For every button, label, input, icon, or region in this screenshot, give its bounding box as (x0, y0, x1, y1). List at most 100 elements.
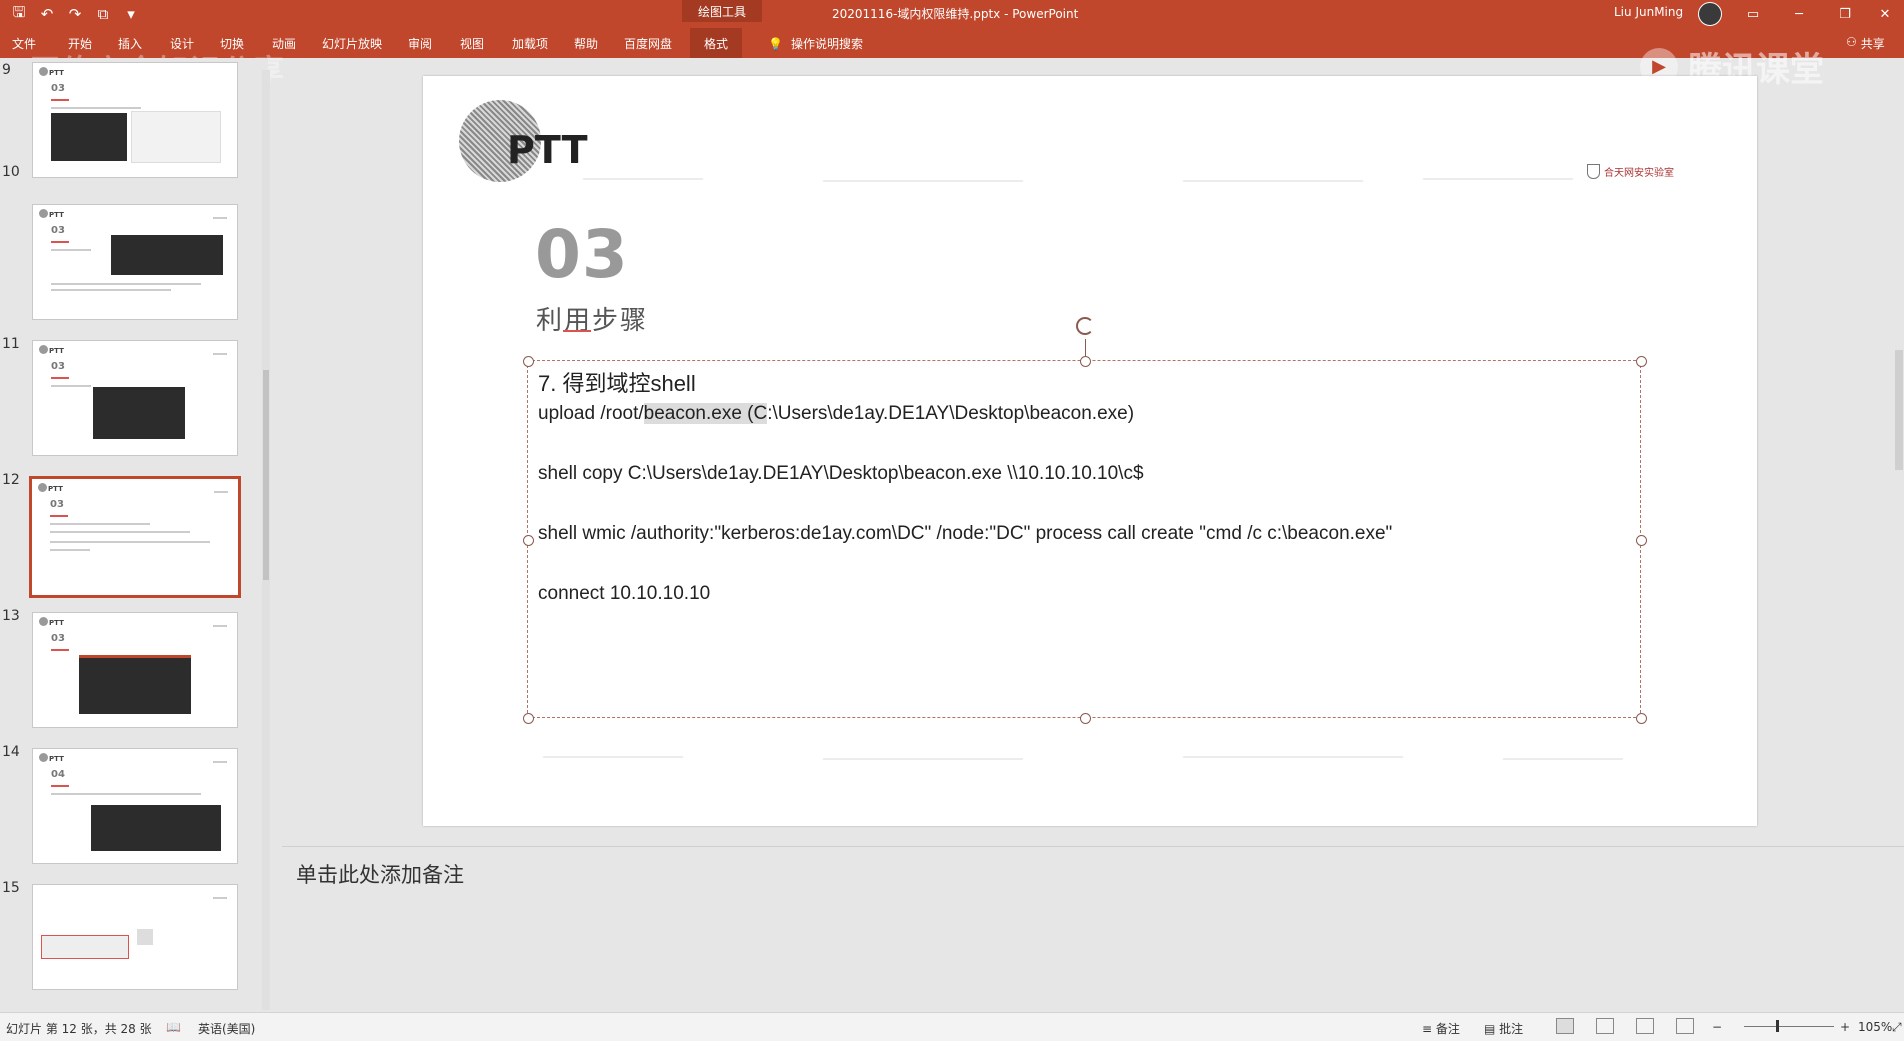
brand-mark (213, 897, 227, 899)
thumbnail-section-number: 03 (51, 225, 65, 236)
ptt-logo-icon: PTT (38, 483, 63, 493)
brand-mark (214, 491, 228, 493)
status-bar: 幻灯片 第 12 张，共 28 张 📖 英语(美国) ≡ 备注 ▤ 批注 − +… (0, 1012, 1904, 1041)
slide-thumbnail-pane: 9 PTT 03 10 PTT 03 11 PTT 03 12 PTT 03 1… (0, 58, 268, 1008)
minimize-icon[interactable]: ─ (1776, 0, 1822, 28)
resize-handle-e[interactable] (1636, 535, 1647, 546)
slide-thumbnail-9[interactable]: PTT 03 (32, 62, 238, 178)
user-name[interactable]: Liu JunMing (1614, 5, 1683, 19)
customize-icon[interactable]: ▾ (120, 3, 142, 25)
fit-slide-icon[interactable]: ⤢ (1892, 1020, 1902, 1035)
command-line-connect: connect 10.10.10.10 (538, 583, 711, 604)
ptt-logo-icon: PTT (39, 67, 64, 77)
person-icon: ⚇ (1846, 35, 1857, 49)
thumbnail-section-number: 03 (51, 83, 65, 94)
reading-view-icon[interactable] (1636, 1018, 1654, 1034)
slide-thumbnail-11[interactable]: PTT 03 (32, 340, 238, 456)
screenshot-block (111, 235, 223, 275)
zoom-slider[interactable] (1744, 1026, 1834, 1027)
notes-placeholder[interactable]: 单击此处添加备注 (296, 859, 464, 889)
notes-pane[interactable]: 单击此处添加备注 (282, 846, 1904, 1009)
notes-toggle[interactable]: ≡ 备注 (1422, 1020, 1460, 1037)
lightbulb-icon: 💡 (768, 36, 783, 51)
thumbnail-number: 12 (2, 472, 20, 488)
thumbnail-number: 11 (2, 336, 20, 352)
thumbnail-number: 14 (2, 744, 20, 760)
red-accent (50, 515, 68, 517)
scrollbar-thumb[interactable] (263, 370, 269, 580)
thumbnail-number: 10 (2, 164, 20, 180)
resize-handle-nw[interactable] (523, 356, 534, 367)
thumbnail-section-number: 03 (50, 499, 64, 510)
thumbnail-section-number: 03 (51, 361, 65, 372)
decoration (1183, 180, 1363, 182)
comments-toggle[interactable]: ▤ 批注 (1484, 1020, 1523, 1037)
ribbon-display-icon[interactable]: ▭ (1730, 0, 1776, 28)
zoom-in-icon[interactable]: + (1840, 1020, 1850, 1034)
resize-handle-sw[interactable] (523, 713, 534, 724)
text-line (50, 523, 150, 525)
undo-icon[interactable]: ↶ (36, 3, 58, 25)
section-title: 利用步骤 (536, 306, 649, 336)
tab-format[interactable]: 格式 (690, 28, 743, 58)
text-run: :\Users\de1ay.DE1AY\Desktop\beacon.exe) (767, 403, 1135, 424)
share-button[interactable]: ⚇ 共享 (1846, 35, 1885, 52)
slide-thumbnail-10[interactable]: PTT 03 (32, 204, 238, 320)
redo-icon[interactable]: ↷ (64, 3, 86, 25)
ptt-logo-icon: PTT (39, 345, 64, 355)
zoom-level[interactable]: 105% (1858, 1020, 1892, 1034)
tell-me-label: 操作说明搜索 (790, 37, 863, 51)
avatar[interactable] (1698, 2, 1722, 26)
tab-view[interactable]: 视图 (460, 35, 484, 52)
rotate-handle-icon[interactable] (1076, 317, 1094, 335)
normal-view-icon[interactable] (1556, 1018, 1574, 1034)
slide-counter: 幻灯片 第 12 张，共 28 张 (6, 1022, 152, 1036)
command-line-copy: shell copy C:\Users\de1ay.DE1AY\Desktop\… (538, 463, 1144, 484)
slideshow-icon[interactable] (1676, 1018, 1694, 1034)
scrollbar-thumb[interactable] (1895, 350, 1903, 470)
text-line (50, 541, 210, 543)
diagram-block (137, 929, 153, 945)
thumbnail-scrollbar[interactable] (262, 70, 270, 1010)
tab-review[interactable]: 审阅 (408, 35, 432, 52)
spelling-icon[interactable]: 📖 (166, 1020, 181, 1034)
language-indicator[interactable]: 英语(美国) (198, 1020, 255, 1037)
tab-addins[interactable]: 加载项 (512, 35, 548, 52)
brand-label: 合天网安实验室 (1604, 168, 1674, 179)
slide-thumbnail-15[interactable] (32, 884, 238, 990)
contextual-tab-title: 绘图工具 (682, 0, 762, 22)
tell-me-search[interactable]: 💡 操作说明搜索 (768, 35, 863, 52)
decoration (1183, 756, 1403, 758)
zoom-slider-thumb[interactable] (1776, 1020, 1779, 1032)
shield-icon (1587, 164, 1600, 179)
resize-handle-se[interactable] (1636, 713, 1647, 724)
text-line (50, 531, 190, 533)
decoration (583, 178, 703, 180)
resize-handle-n[interactable] (1080, 356, 1091, 367)
resize-handle-w[interactable] (523, 535, 534, 546)
ptt-logo-icon: PTT (39, 617, 64, 627)
decoration (1503, 758, 1623, 760)
close-icon[interactable]: ✕ (1862, 0, 1904, 28)
slide-thumbnail-14[interactable]: PTT 04 (32, 748, 238, 864)
slide-sorter-icon[interactable] (1596, 1018, 1614, 1034)
command-line-wmic: shell wmic /authority:"kerberos:de1ay.co… (538, 523, 1393, 544)
text-box-content[interactable]: 7. 得到域控shell upload /root/beacon.exe (C:… (538, 369, 1392, 609)
present-icon[interactable]: ⧉ (92, 3, 114, 25)
resize-handle-s[interactable] (1080, 713, 1091, 724)
resize-handle-ne[interactable] (1636, 356, 1647, 367)
text-run: upload /root/ (538, 403, 644, 424)
slide-thumbnail-12[interactable]: PTT 03 (29, 476, 241, 598)
tab-baidu-netdisk[interactable]: 百度网盘 (624, 35, 672, 52)
red-accent (51, 377, 69, 379)
decoration (1423, 178, 1573, 180)
slide-thumbnail-13[interactable]: PTT 03 (32, 612, 238, 728)
zoom-out-icon[interactable]: − (1712, 1020, 1722, 1034)
screenshot-block (131, 111, 221, 163)
tab-slideshow[interactable]: 幻灯片放映 (322, 35, 382, 52)
selected-text-box[interactable]: 7. 得到域控shell upload /root/beacon.exe (C:… (523, 317, 1647, 724)
tab-help[interactable]: 帮助 (574, 35, 598, 52)
save-icon[interactable]: 🖫 (8, 3, 30, 25)
